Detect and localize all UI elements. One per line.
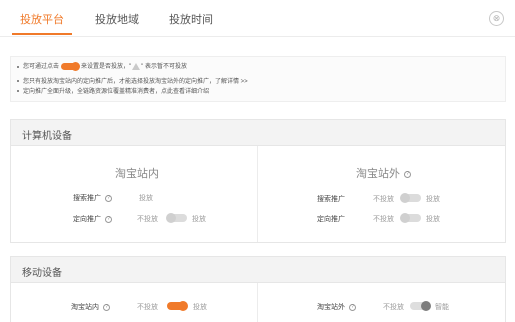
- active-tab-indicator: [12, 33, 72, 35]
- toggle-knob: [166, 213, 176, 223]
- tab-bar: 投放平台 投放地域 投放时间 ⊗: [0, 0, 515, 37]
- row-label-text: 搜索推广: [73, 195, 101, 202]
- outside-targeting-toggle[interactable]: [400, 213, 421, 223]
- notice-upgrade[interactable]: 定向推广全面升级，全链路资源位覆盖精准消费者，点此查看详细介绍: [17, 88, 209, 97]
- toggle-knob: [421, 301, 431, 311]
- toggle-knob: [400, 193, 410, 203]
- notice-text: 您可通过点击: [23, 64, 60, 71]
- column-title-inside: 淘宝站内: [115, 168, 159, 180]
- column-title-text: 淘宝站外: [356, 168, 400, 180]
- notice-outside-rule[interactable]: 您只有投放淘宝站内的定向推广后，才能选择投放淘宝站外的定向推广，了解详情 >>: [17, 78, 248, 87]
- row-label-search: 搜索推广?: [73, 193, 112, 203]
- status-value: 投放: [139, 195, 153, 202]
- row-label-targeting: 定向推广?: [73, 214, 112, 224]
- row-label-search: 搜索推广: [317, 196, 345, 203]
- row-label-inside: 淘宝站内?: [71, 302, 110, 312]
- bullet: [17, 90, 19, 93]
- on-label: 投放: [193, 304, 207, 311]
- row-label-text: 定向推广: [73, 216, 101, 223]
- close-icon[interactable]: ⊗: [489, 11, 504, 26]
- tab-region[interactable]: 投放地域: [95, 11, 139, 27]
- section-title-mobile: 移动设备: [22, 268, 62, 279]
- off-label: 不投放: [383, 304, 404, 311]
- notice-panel: 您可通过点击 来设置是否投放，" " 表示暂不可投放 您只有投放淘宝站内的定向推广后…: [10, 56, 506, 102]
- computer-devices-section: 计算机设备 淘宝站内 搜索推广? 投放 定向推广? 不投放 投放 淘宝站外? 搜…: [10, 119, 506, 243]
- off-label: 不投放: [137, 304, 158, 311]
- inside-targeting-toggle[interactable]: [166, 213, 187, 223]
- bullet: [17, 65, 19, 68]
- row-label-text: 淘宝站外: [317, 304, 345, 311]
- outside-search-toggle[interactable]: [400, 193, 421, 203]
- column-divider: [257, 283, 258, 322]
- on-label: 投放: [192, 216, 206, 223]
- row-label-text: 淘宝站内: [71, 304, 99, 311]
- smart-label: 智能: [435, 304, 449, 311]
- mobile-outside-toggle[interactable]: [410, 301, 431, 311]
- row-label-outside: 淘宝站外?: [317, 302, 356, 312]
- upgrade-details-link[interactable]: 定向推广全面升级，全链路资源位覆盖精准消费者，点此查看详细介绍: [23, 89, 209, 95]
- learn-more-link[interactable]: 您只有投放淘宝站内的定向推广后，才能选择投放淘宝站外的定向推广，了解详情 >>: [23, 79, 248, 85]
- tab-time[interactable]: 投放时间: [169, 11, 213, 27]
- help-icon[interactable]: ?: [404, 170, 411, 178]
- row-label-targeting: 定向推广: [317, 216, 345, 223]
- mobile-devices-section: 移动设备 淘宝站内? 不投放 投放 淘宝站外? 不投放 智能: [10, 256, 506, 322]
- warning-icon: [132, 63, 141, 70]
- off-label: 不投放: [373, 196, 394, 203]
- off-label: 不投放: [373, 216, 394, 223]
- toggle-knob: [178, 301, 188, 311]
- column-divider: [257, 146, 258, 242]
- on-label: 投放: [426, 196, 440, 203]
- on-label: 投放: [426, 216, 440, 223]
- tab-platform[interactable]: 投放平台: [20, 11, 64, 27]
- help-icon[interactable]: ?: [349, 303, 356, 311]
- section-header: 移动设备: [11, 257, 505, 283]
- column-title-outside: 淘宝站外?: [356, 165, 411, 181]
- toggle-knob: [400, 213, 410, 223]
- notice-text: 来设置是否投放，": [81, 64, 132, 71]
- mobile-inside-toggle[interactable]: [167, 301, 188, 311]
- notice-text: " 表示暂不可投放: [141, 64, 187, 71]
- bullet: [17, 80, 19, 83]
- section-header: 计算机设备: [11, 120, 505, 146]
- toggle-sample-icon: [61, 62, 81, 71]
- notice-toggle-hint: 您可通过点击 来设置是否投放，" " 表示暂不可投放: [17, 62, 187, 72]
- help-icon[interactable]: ?: [105, 194, 112, 202]
- off-label: 不投放: [137, 216, 158, 223]
- section-title-computer: 计算机设备: [22, 131, 72, 142]
- help-icon[interactable]: ?: [103, 303, 110, 311]
- help-icon[interactable]: ?: [105, 215, 112, 223]
